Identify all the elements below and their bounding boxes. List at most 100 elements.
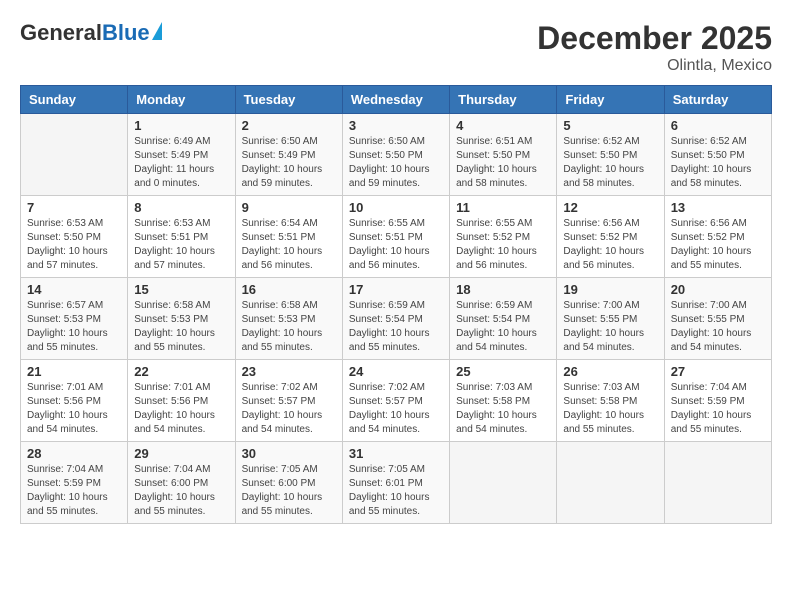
calendar-cell (21, 114, 128, 196)
day-number: 16 (242, 282, 336, 297)
calendar-body: 1 Sunrise: 6:49 AMSunset: 5:49 PMDaylight… (21, 114, 772, 524)
calendar-week-2: 7 Sunrise: 6:53 AMSunset: 5:50 PMDaylight… (21, 196, 772, 278)
logo: General Blue (20, 20, 162, 46)
day-info: Sunrise: 6:53 AMSunset: 5:51 PMDaylight:… (134, 217, 228, 273)
day-info: Sunrise: 7:04 AMSunset: 5:59 PMDaylight:… (27, 463, 121, 519)
day-number: 17 (349, 282, 443, 297)
day-number: 9 (242, 200, 336, 215)
calendar-cell: 11 Sunrise: 6:55 AMSunset: 5:52 PMDayligh… (450, 196, 557, 278)
day-info: Sunrise: 7:04 AMSunset: 6:00 PMDaylight:… (134, 463, 228, 519)
day-info: Sunrise: 7:04 AMSunset: 5:59 PMDaylight:… (671, 381, 765, 437)
day-number: 22 (134, 364, 228, 379)
day-number: 21 (27, 364, 121, 379)
calendar-cell: 21 Sunrise: 7:01 AMSunset: 5:56 PMDayligh… (21, 360, 128, 442)
day-number: 13 (671, 200, 765, 215)
day-info: Sunrise: 7:05 AMSunset: 6:00 PMDaylight:… (242, 463, 336, 519)
month-title: December 2025 (537, 20, 772, 57)
day-number: 18 (456, 282, 550, 297)
calendar-cell: 22 Sunrise: 7:01 AMSunset: 5:56 PMDayligh… (128, 360, 235, 442)
day-info: Sunrise: 6:56 AMSunset: 5:52 PMDaylight:… (671, 217, 765, 273)
calendar-cell: 6 Sunrise: 6:52 AMSunset: 5:50 PMDaylight… (664, 114, 771, 196)
calendar-table: SundayMondayTuesdayWednesdayThursdayFrid… (20, 85, 772, 524)
day-info: Sunrise: 6:55 AMSunset: 5:52 PMDaylight:… (456, 217, 550, 273)
day-info: Sunrise: 7:03 AMSunset: 5:58 PMDaylight:… (563, 381, 657, 437)
day-number: 1 (134, 118, 228, 133)
day-number: 6 (671, 118, 765, 133)
day-info: Sunrise: 6:59 AMSunset: 5:54 PMDaylight:… (349, 299, 443, 355)
day-info: Sunrise: 6:53 AMSunset: 5:50 PMDaylight:… (27, 217, 121, 273)
calendar-cell: 27 Sunrise: 7:04 AMSunset: 5:59 PMDayligh… (664, 360, 771, 442)
calendar-cell: 7 Sunrise: 6:53 AMSunset: 5:50 PMDaylight… (21, 196, 128, 278)
day-number: 5 (563, 118, 657, 133)
day-info: Sunrise: 7:01 AMSunset: 5:56 PMDaylight:… (134, 381, 228, 437)
day-info: Sunrise: 6:51 AMSunset: 5:50 PMDaylight:… (456, 135, 550, 191)
calendar-cell: 10 Sunrise: 6:55 AMSunset: 5:51 PMDayligh… (342, 196, 449, 278)
calendar-cell: 23 Sunrise: 7:02 AMSunset: 5:57 PMDayligh… (235, 360, 342, 442)
weekday-header-sunday: Sunday (21, 86, 128, 114)
day-info: Sunrise: 6:52 AMSunset: 5:50 PMDaylight:… (671, 135, 765, 191)
day-number: 24 (349, 364, 443, 379)
day-number: 4 (456, 118, 550, 133)
day-info: Sunrise: 7:00 AMSunset: 5:55 PMDaylight:… (563, 299, 657, 355)
weekday-header-friday: Friday (557, 86, 664, 114)
day-info: Sunrise: 7:03 AMSunset: 5:58 PMDaylight:… (456, 381, 550, 437)
weekday-header-thursday: Thursday (450, 86, 557, 114)
day-info: Sunrise: 7:02 AMSunset: 5:57 PMDaylight:… (242, 381, 336, 437)
day-number: 27 (671, 364, 765, 379)
day-number: 10 (349, 200, 443, 215)
day-number: 31 (349, 446, 443, 461)
day-info: Sunrise: 6:50 AMSunset: 5:49 PMDaylight:… (242, 135, 336, 191)
day-info: Sunrise: 7:01 AMSunset: 5:56 PMDaylight:… (27, 381, 121, 437)
day-info: Sunrise: 6:58 AMSunset: 5:53 PMDaylight:… (242, 299, 336, 355)
calendar-cell: 12Sunrise: 6:56 AMSunset: 5:52 PMDayligh… (557, 196, 664, 278)
calendar-cell: 18 Sunrise: 6:59 AMSunset: 5:54 PMDayligh… (450, 278, 557, 360)
calendar-week-1: 1 Sunrise: 6:49 AMSunset: 5:49 PMDaylight… (21, 114, 772, 196)
calendar-week-4: 21 Sunrise: 7:01 AMSunset: 5:56 PMDayligh… (21, 360, 772, 442)
calendar-cell: 29 Sunrise: 7:04 AMSunset: 6:00 PMDayligh… (128, 442, 235, 524)
day-number: 19 (563, 282, 657, 297)
day-info: Sunrise: 6:57 AMSunset: 5:53 PMDaylight:… (27, 299, 121, 355)
day-number: 14 (27, 282, 121, 297)
weekday-header-wednesday: Wednesday (342, 86, 449, 114)
day-number: 26 (563, 364, 657, 379)
calendar-cell: 8Sunrise: 6:53 AMSunset: 5:51 PMDaylight… (128, 196, 235, 278)
weekday-header-saturday: Saturday (664, 86, 771, 114)
day-info: Sunrise: 6:59 AMSunset: 5:54 PMDaylight:… (456, 299, 550, 355)
day-info: Sunrise: 6:56 AMSunset: 5:52 PMDaylight:… (563, 217, 657, 273)
day-info: Sunrise: 6:54 AMSunset: 5:51 PMDaylight:… (242, 217, 336, 273)
calendar-cell (450, 442, 557, 524)
calendar-cell: 25Sunrise: 7:03 AMSunset: 5:58 PMDayligh… (450, 360, 557, 442)
day-info: Sunrise: 6:49 AMSunset: 5:49 PMDaylight:… (134, 135, 228, 191)
calendar-cell: 17 Sunrise: 6:59 AMSunset: 5:54 PMDayligh… (342, 278, 449, 360)
day-info: Sunrise: 7:02 AMSunset: 5:57 PMDaylight:… (349, 381, 443, 437)
day-number: 2 (242, 118, 336, 133)
calendar-cell: 5Sunrise: 6:52 AMSunset: 5:50 PMDaylight… (557, 114, 664, 196)
day-number: 23 (242, 364, 336, 379)
day-number: 30 (242, 446, 336, 461)
calendar-cell: 20Sunrise: 7:00 AMSunset: 5:55 PMDayligh… (664, 278, 771, 360)
calendar-cell: 31Sunrise: 7:05 AMSunset: 6:01 PMDayligh… (342, 442, 449, 524)
day-number: 11 (456, 200, 550, 215)
calendar-cell: 9 Sunrise: 6:54 AMSunset: 5:51 PMDaylight… (235, 196, 342, 278)
calendar-cell: 30 Sunrise: 7:05 AMSunset: 6:00 PMDayligh… (235, 442, 342, 524)
calendar-cell: 14 Sunrise: 6:57 AMSunset: 5:53 PMDayligh… (21, 278, 128, 360)
calendar-cell (664, 442, 771, 524)
day-info: Sunrise: 6:50 AMSunset: 5:50 PMDaylight:… (349, 135, 443, 191)
calendar-cell (557, 442, 664, 524)
day-info: Sunrise: 6:58 AMSunset: 5:53 PMDaylight:… (134, 299, 228, 355)
logo-general: General (20, 20, 102, 46)
calendar-week-5: 28Sunrise: 7:04 AMSunset: 5:59 PMDayligh… (21, 442, 772, 524)
calendar-week-3: 14 Sunrise: 6:57 AMSunset: 5:53 PMDayligh… (21, 278, 772, 360)
day-info: Sunrise: 6:55 AMSunset: 5:51 PMDaylight:… (349, 217, 443, 273)
page-header: General Blue December 2025 Olintla, Mexi… (20, 20, 772, 75)
day-info: Sunrise: 7:00 AMSunset: 5:55 PMDaylight:… (671, 299, 765, 355)
calendar-cell: 2 Sunrise: 6:50 AMSunset: 5:49 PMDaylight… (235, 114, 342, 196)
weekday-header-monday: Monday (128, 86, 235, 114)
calendar-cell: 13 Sunrise: 6:56 AMSunset: 5:52 PMDayligh… (664, 196, 771, 278)
day-number: 29 (134, 446, 228, 461)
calendar-cell: 3Sunrise: 6:50 AMSunset: 5:50 PMDaylight… (342, 114, 449, 196)
day-number: 7 (27, 200, 121, 215)
logo-icon (152, 22, 162, 40)
calendar-cell: 1 Sunrise: 6:49 AMSunset: 5:49 PMDaylight… (128, 114, 235, 196)
day-number: 15 (134, 282, 228, 297)
